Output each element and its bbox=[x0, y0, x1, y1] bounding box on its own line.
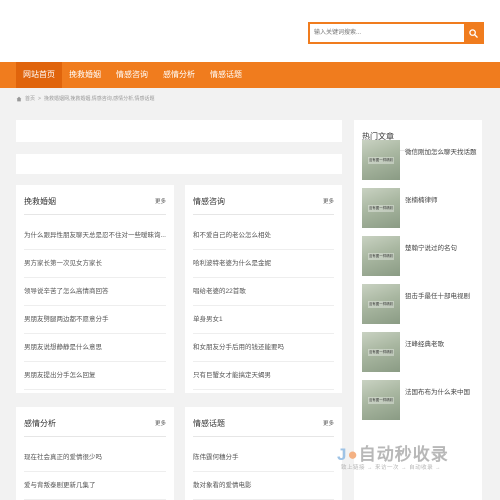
list-item[interactable]: 领导说辛苦了怎么高情商回答 bbox=[24, 278, 166, 306]
watermark: J●自动秒收录 致上链接 → 来访一次 → 自动收录 → bbox=[337, 440, 487, 480]
article-title[interactable]: 张楠楠律师 bbox=[405, 194, 438, 204]
nav-item-consult[interactable]: 情感咨询 bbox=[108, 62, 156, 88]
nav-item-home[interactable]: 网站首页 bbox=[16, 62, 62, 88]
hot-article-item[interactable]: 没有图一样精彩 汪峰经典老歌 bbox=[362, 332, 474, 372]
list-item[interactable]: 男朋友说想静静是什么意思 bbox=[24, 334, 166, 362]
more-link[interactable]: 更多 bbox=[323, 197, 334, 205]
list-item[interactable]: 单身男女1 bbox=[193, 306, 334, 334]
panel-header: 情感话题 更多 bbox=[193, 407, 334, 437]
hot-article-item[interactable]: 没有图一样精彩 张楠楠律师 bbox=[362, 188, 474, 228]
more-link[interactable]: 更多 bbox=[155, 197, 166, 205]
panel-title: 感情分析 bbox=[24, 419, 56, 428]
list-item[interactable]: 哈利波特老婆为什么是金妮 bbox=[193, 250, 334, 278]
list-item[interactable]: 散对象看的爱情电影 bbox=[193, 472, 334, 500]
banner-box-1 bbox=[16, 120, 342, 142]
article-thumbnail[interactable]: 没有图一样精彩 bbox=[362, 188, 400, 228]
watermark-logo: J●自动秒收录 bbox=[337, 440, 449, 465]
list-item[interactable]: 只有巨蟹女才能搞定天蝎男 bbox=[193, 362, 334, 390]
list-item[interactable]: 现在社会真正的爱情很少吗 bbox=[24, 444, 166, 472]
article-thumbnail[interactable]: 没有图一样精彩 bbox=[362, 236, 400, 276]
thumbnail-caption: 没有图一样精彩 bbox=[367, 348, 395, 356]
list-item[interactable]: 男方家长第一次见女方家长 bbox=[24, 250, 166, 278]
panel-marriage: 挽救婚姻 更多 为什么跟异性朋友聊天总是忍不住对一些暧昧询... 男方家长第一次… bbox=[16, 185, 174, 393]
hot-article-item[interactable]: 没有图一样精彩 狙击手最任十部电视剧 bbox=[362, 284, 474, 324]
panel-topics: 情感话题 更多 陈伟霆何穗分手 散对象看的爱情电影 bbox=[185, 407, 342, 500]
home-icon bbox=[16, 96, 22, 102]
more-link[interactable]: 更多 bbox=[155, 419, 166, 427]
thumbnail-caption: 没有图一样精彩 bbox=[367, 156, 395, 164]
panel-title: 情感话题 bbox=[193, 419, 225, 428]
watermark-tagline: 致上链接 → 来访一次 → 自动收录 → bbox=[341, 465, 442, 471]
hot-article-item[interactable]: 没有图一样精彩 楚翰宁说过的名句 bbox=[362, 236, 474, 276]
breadcrumb: 首页 > 挽救婚姻网,挽救婚姻,情感咨询,感情分析,情感话题 bbox=[16, 94, 155, 104]
list-item[interactable]: 为什么跟异性朋友聊天总是忍不住对一些暧昧询... bbox=[24, 222, 166, 250]
search-input[interactable] bbox=[310, 24, 464, 42]
article-thumbnail[interactable]: 没有图一样精彩 bbox=[362, 380, 400, 420]
article-title[interactable]: 楚翰宁说过的名句 bbox=[405, 242, 457, 252]
search-button[interactable] bbox=[464, 24, 482, 42]
thumbnail-caption: 没有图一样精彩 bbox=[367, 396, 395, 404]
panel-header: 情感咨询 更多 bbox=[193, 185, 334, 215]
breadcrumb-separator: > bbox=[38, 96, 41, 102]
header bbox=[0, 0, 500, 62]
panel-title: 挽救婚姻 bbox=[24, 197, 56, 206]
nav-item-analysis[interactable]: 感情分析 bbox=[156, 62, 202, 88]
nav-item-topics[interactable]: 情感话题 bbox=[202, 62, 250, 88]
article-thumbnail[interactable]: 没有图一样精彩 bbox=[362, 284, 400, 324]
thumbnail-caption: 没有图一样精彩 bbox=[367, 204, 395, 212]
article-title[interactable]: 狙击手最任十部电视剧 bbox=[405, 290, 470, 300]
watermark-logo-text: 自动秒收录 bbox=[358, 445, 449, 464]
list-item[interactable]: 男朋友劈腿两边都不愿意分手 bbox=[24, 306, 166, 334]
panel-header: 感情分析 更多 bbox=[24, 407, 166, 437]
watermark-logo-dot: ● bbox=[347, 445, 359, 464]
article-thumbnail[interactable]: 没有图一样精彩 bbox=[362, 140, 400, 180]
list-item[interactable]: 陈伟霆何穗分手 bbox=[193, 444, 334, 472]
list-item[interactable]: 爱与背叛泰剧更新几集了 bbox=[24, 472, 166, 500]
banner-box-2 bbox=[16, 154, 342, 174]
hot-article-item[interactable]: 没有图一样精彩 法国布布为什么来中国 bbox=[362, 380, 474, 420]
panel-consult: 情感咨询 更多 和不爱自己的老公怎么相处 哈利波特老婆为什么是金妮 唱给老婆的2… bbox=[185, 185, 342, 393]
breadcrumb-home[interactable]: 首页 bbox=[25, 94, 35, 104]
article-title[interactable]: 微信刚加怎么聊天找话题 bbox=[405, 146, 477, 156]
watermark-logo-letter: J bbox=[337, 445, 348, 464]
list-item[interactable]: 唱给老婆的22首歌 bbox=[193, 278, 334, 306]
main-nav: 网站首页 挽救婚姻 情感咨询 感情分析 情感话题 bbox=[0, 62, 500, 88]
thumbnail-caption: 没有图一样精彩 bbox=[367, 252, 395, 260]
search-box bbox=[308, 22, 484, 44]
article-title[interactable]: 汪峰经典老歌 bbox=[405, 338, 444, 348]
panel-analysis: 感情分析 更多 现在社会真正的爱情很少吗 爱与背叛泰剧更新几集了 bbox=[16, 407, 174, 500]
breadcrumb-path: 挽救婚姻网,挽救婚姻,情感咨询,感情分析,情感话题 bbox=[43, 96, 155, 102]
list-item[interactable]: 男朋友提出分手怎么回复 bbox=[24, 362, 166, 390]
thumbnail-caption: 没有图一样精彩 bbox=[367, 300, 395, 308]
article-title[interactable]: 法国布布为什么来中国 bbox=[405, 386, 470, 396]
list-item[interactable]: 和不爱自己的老公怎么相处 bbox=[193, 222, 334, 250]
panel-title: 情感咨询 bbox=[193, 197, 225, 206]
hot-article-item[interactable]: 没有图一样精彩 微信刚加怎么聊天找话题 bbox=[362, 140, 477, 180]
search-icon bbox=[468, 28, 478, 38]
nav-item-marriage[interactable]: 挽救婚姻 bbox=[62, 62, 108, 88]
panel-header: 挽救婚姻 更多 bbox=[24, 185, 166, 215]
list-item[interactable]: 和女朋友分手后用的钱还能要吗 bbox=[193, 334, 334, 362]
article-thumbnail[interactable]: 没有图一样精彩 bbox=[362, 332, 400, 372]
more-link[interactable]: 更多 bbox=[323, 419, 334, 427]
